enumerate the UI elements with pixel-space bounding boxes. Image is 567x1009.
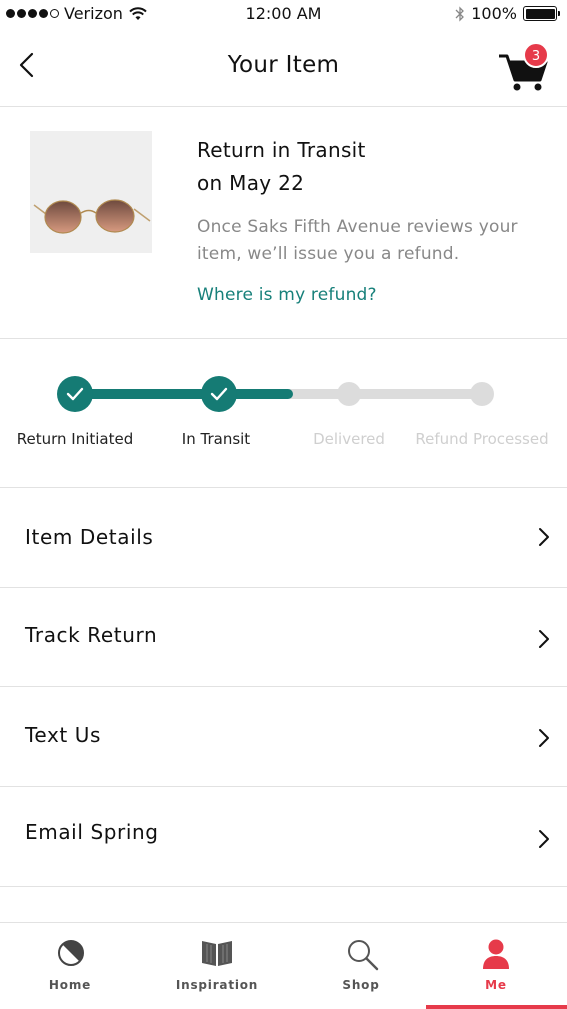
- search-icon: [348, 940, 379, 971]
- tab-inspiration[interactable]: Inspiration: [141, 923, 283, 1009]
- step-refund-processed-dot: [470, 382, 494, 406]
- tab-me[interactable]: Me: [426, 923, 567, 1009]
- step-label-return-initiated: Return Initiated: [16, 430, 134, 448]
- step-return-initiated-dot: [57, 376, 93, 412]
- chevron-right-icon: [539, 528, 549, 546]
- menu-item-item-details[interactable]: Item Details: [0, 489, 567, 588]
- person-icon: [483, 939, 509, 969]
- menu-item-email-spring[interactable]: Email Spring: [0, 788, 567, 887]
- battery-percent: 100%: [471, 4, 517, 23]
- tab-label: Inspiration: [175, 978, 259, 992]
- home-half-circle-icon: [58, 940, 84, 966]
- bluetooth-icon: [455, 5, 465, 22]
- return-status-description: Once Saks Fifth Avenue reviews your item…: [197, 217, 518, 264]
- menu-item-label: Track Return: [25, 623, 158, 647]
- step-label-refund-processed: Refund Processed: [415, 430, 549, 448]
- active-tab-indicator: [426, 1005, 567, 1009]
- chevron-right-icon: [539, 630, 549, 648]
- return-status-title: Return in Transit: [197, 138, 366, 162]
- tab-label: Shop: [342, 978, 380, 992]
- cart-count-badge[interactable]: 3: [523, 42, 549, 68]
- tab-home[interactable]: Home: [0, 923, 141, 1009]
- sunglasses-image[interactable]: [30, 131, 152, 253]
- status-bar: Verizon 12:00 AM 100%: [0, 0, 567, 30]
- menu-item-text-us[interactable]: Text Us: [0, 688, 567, 787]
- book-icon: [202, 941, 232, 966]
- bottom-tab-bar: Home Inspiration Shop Me: [0, 922, 567, 1009]
- tab-label: Me: [485, 978, 507, 992]
- chevron-right-icon: [539, 830, 549, 848]
- battery-icon: [523, 6, 560, 21]
- nav-header: Your Item 3: [0, 30, 567, 107]
- check-icon: [66, 387, 84, 401]
- check-icon: [210, 387, 228, 401]
- tab-shop[interactable]: Shop: [283, 923, 426, 1009]
- chevron-right-icon: [539, 729, 549, 747]
- step-in-transit-dot: [201, 376, 237, 412]
- menu-item-track-return[interactable]: Track Return: [0, 588, 567, 687]
- item-status-section: Return in Transit on May 22 Once Saks Fi…: [0, 108, 567, 339]
- step-label-delivered: Delivered: [313, 430, 385, 448]
- return-status-date: on May 22: [197, 171, 305, 195]
- menu-item-label: Item Details: [25, 525, 154, 549]
- menu-item-label: Text Us: [25, 723, 102, 747]
- step-label-in-transit: In Transit: [181, 430, 251, 448]
- page-title: Your Item: [227, 52, 340, 78]
- status-right: 100%: [455, 4, 560, 23]
- return-progress-tracker: Return Initiated In Transit Delivered Re…: [0, 340, 567, 488]
- progress-track-fill: [75, 389, 293, 399]
- where-is-my-refund-link[interactable]: Where is my refund?: [197, 285, 377, 305]
- tab-label: Home: [48, 978, 92, 992]
- menu-item-label: Email Spring: [25, 820, 159, 844]
- sunglasses-illustration: [33, 199, 151, 234]
- step-delivered-dot: [337, 382, 361, 406]
